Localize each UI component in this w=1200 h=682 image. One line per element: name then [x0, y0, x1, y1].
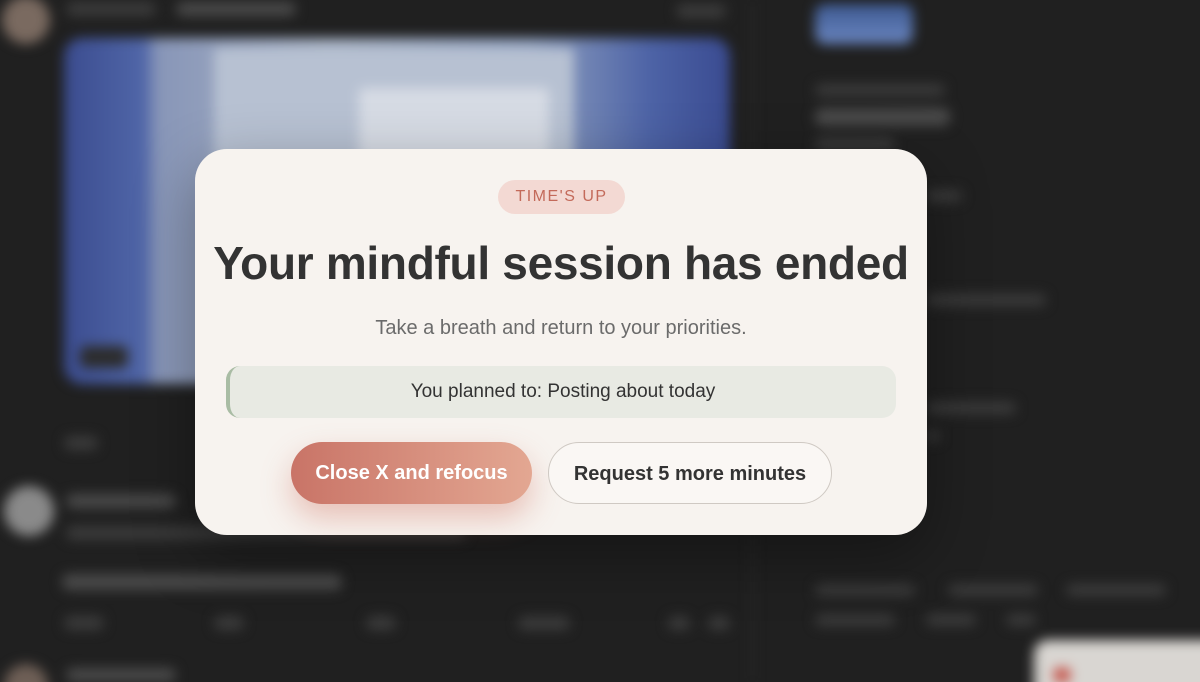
close-and-refocus-button[interactable]: Close X and refocus — [291, 442, 532, 504]
media-tag — [80, 346, 128, 368]
background-text — [926, 430, 940, 442]
request-more-minutes-button[interactable]: Request 5 more minutes — [548, 442, 832, 504]
times-up-badge: TIME'S UP — [498, 180, 625, 214]
background-text — [948, 584, 1038, 596]
background-text — [64, 616, 104, 630]
avatar — [4, 664, 48, 682]
background-text — [66, 668, 176, 682]
background-text — [708, 616, 730, 630]
sidebar-card — [815, 4, 913, 44]
background-notification — [1034, 640, 1200, 682]
background-text — [676, 4, 726, 18]
avatar — [4, 486, 54, 536]
background-text — [366, 616, 396, 630]
background-text — [1066, 584, 1166, 596]
background-text — [815, 108, 950, 126]
background-text — [1006, 614, 1036, 626]
background-text — [668, 616, 690, 630]
background-text — [926, 402, 1016, 414]
screen: TIME'S UP Your mindful session has ended… — [0, 0, 1200, 682]
red-square-icon — [1054, 668, 1070, 682]
background-text — [66, 2, 156, 16]
avatar — [2, 0, 50, 44]
planned-intention-box: You planned to: Posting about today — [226, 366, 896, 418]
background-text — [926, 190, 962, 202]
background-text — [815, 584, 915, 596]
background-text — [64, 436, 98, 450]
background-text — [926, 294, 1046, 306]
background-text — [815, 84, 945, 96]
background-text — [176, 2, 296, 16]
background-text — [66, 494, 176, 508]
background-text — [926, 614, 976, 626]
background-text — [815, 614, 895, 626]
background-text — [214, 616, 244, 630]
modal-subtitle: Take a breath and return to your priorit… — [375, 317, 747, 339]
background-text — [518, 616, 570, 630]
modal-title: Your mindful session has ended — [213, 237, 909, 289]
background-text — [62, 574, 342, 590]
